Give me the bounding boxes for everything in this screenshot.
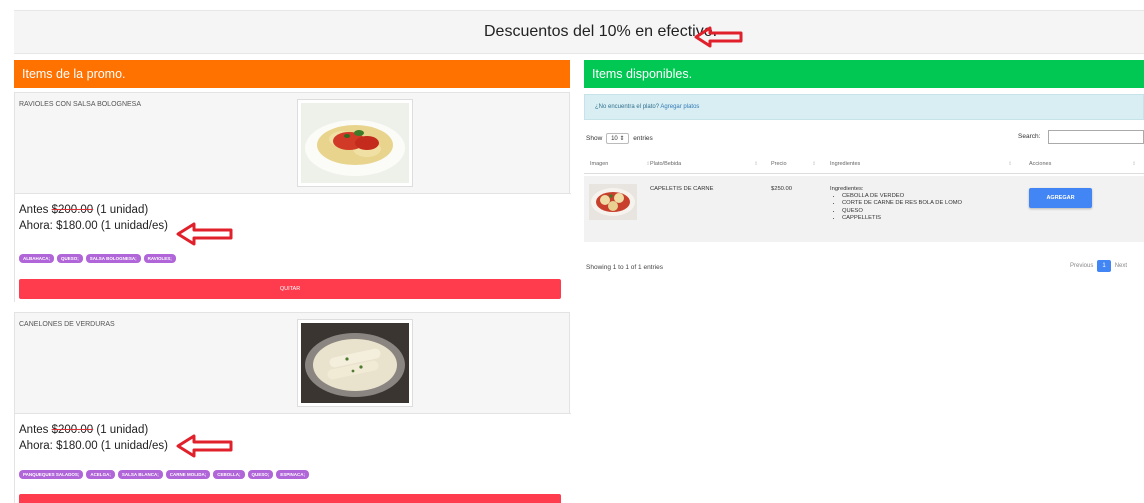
promo-item-card: CANELONES DE VERDURAS Antes $200.00 (1 u… — [14, 312, 571, 503]
dish-price: $250.00 — [771, 186, 792, 192]
discount-banner-text: Descuentos del 10% en efectivo. — [484, 23, 718, 40]
promo-item-info: Antes $200.00 (1 unidad) Ahora: $180.00 … — [15, 413, 571, 503]
arrow-left-icon — [176, 434, 233, 458]
pagination-previous[interactable]: Previous — [1070, 263, 1093, 269]
pagination-next[interactable]: Next — [1115, 263, 1127, 269]
ingredient-item: CAPPELLETIS — [842, 215, 962, 222]
available-panel-title: Items disponibles. — [584, 60, 1144, 88]
add-button[interactable]: AGREGAR — [1029, 188, 1092, 208]
promo-panel-title: Items de la promo. — [14, 60, 570, 88]
promo-panel: Items de la promo. — [14, 60, 570, 88]
dish-name: CAPELETIS DE CARNE — [650, 186, 714, 192]
price-now: Ahora: $180.00 (1 unidad/es) — [19, 440, 168, 452]
promo-item-card: RAVIOLES CON SALSA BOLOGNESA Antes $200.… — [14, 92, 571, 303]
ingredient-tag: CARNE MOLIDA; — [165, 470, 211, 479]
search-label: Search: — [1018, 133, 1041, 140]
price-now: Ahora: $180.00 (1 unidad/es) — [19, 220, 168, 232]
pagination-page-1[interactable]: 1 — [1097, 260, 1111, 272]
ingredient-tag: PANQUEQUES SALADOS; — [19, 470, 84, 479]
sort-icon: ⇕ — [1008, 161, 1013, 167]
table-header: Imagen ⇕ Plato/Bebida ⇕ Precio ⇕ Ingredi… — [584, 158, 1144, 174]
promo-item-name: RAVIOLES CON SALSA BOLOGNESA — [19, 101, 142, 108]
table-info: Showing 1 to 1 of 1 entries — [586, 264, 663, 271]
ingredient-tag: QUESO; — [247, 470, 274, 479]
ingredients-label: Ingredientes: — [830, 186, 864, 192]
ingredient-tag: ESPINACA; — [276, 470, 310, 479]
sort-icon: ⇕ — [754, 161, 759, 167]
ingredient-item: QUESO — [842, 208, 962, 215]
col-header-precio[interactable]: Precio — [771, 161, 787, 167]
notice-text: ¿No encuentra el plato? — [595, 104, 660, 110]
col-header-imagen[interactable]: Imagen — [590, 161, 608, 167]
remove-button[interactable] — [19, 494, 561, 503]
sort-icon: ⇕ — [1132, 161, 1137, 167]
show-label: Show — [586, 135, 603, 142]
ingredient-tags: ALBAHACA; QUESO; SALSA BOLOGNESA; RAVIOL… — [19, 254, 176, 263]
promo-item-name: CANELONES DE VERDURAS — [19, 321, 115, 328]
ingredient-tag: ALBAHACA; — [19, 254, 54, 263]
ravioles-image — [297, 99, 413, 187]
add-dishes-link[interactable]: Agregar platos — [660, 104, 699, 110]
canelones-image — [297, 319, 413, 407]
pagination: Previous 1 Next — [1070, 260, 1127, 272]
search-input[interactable] — [1048, 130, 1144, 144]
dish-ingredients: Ingredientes: CEBOLLA DE VERDEO CORTE DE… — [830, 186, 962, 222]
entries-select[interactable]: 10 ⇕ — [606, 133, 630, 144]
capeletis-image — [589, 184, 637, 220]
ingredient-item: CEBOLLA DE VERDEO — [842, 193, 962, 200]
sort-arrows-icon: ⇕ — [619, 136, 625, 142]
ingredient-tag: SALSA BLANCA; — [117, 470, 163, 479]
col-header-plato[interactable]: Plato/Bebida — [650, 161, 681, 167]
col-header-acciones[interactable]: Acciones — [1029, 161, 1051, 167]
ingredient-item: CORTE DE CARNE DE RES BOLA DE LOMO — [842, 200, 962, 207]
arrow-left-icon — [176, 222, 233, 246]
missing-dish-notice: ¿No encuentra el plato? Agregar platos — [584, 94, 1144, 120]
ingredient-tag: QUESO; — [57, 254, 83, 263]
ingredient-tag: RAVIOLES; — [143, 254, 176, 263]
entries-length-control: Show 10 ⇕ entries — [586, 133, 653, 144]
ingredient-tags: PANQUEQUES SALADOS; ACELGA; SALSA BLANCA… — [19, 470, 310, 479]
ingredient-tag: SALSA BOLOGNESA; — [85, 254, 141, 263]
table-row: CAPELETIS DE CARNE $250.00 Ingredientes:… — [584, 176, 1144, 242]
ingredient-tag: CEBOLLA; — [213, 470, 245, 479]
available-panel: Items disponibles. — [584, 60, 1144, 88]
price-before: Antes $200.00 (1 unidad) — [19, 424, 149, 436]
entries-label: entries — [633, 135, 653, 142]
price-before: Antes $200.00 (1 unidad) — [19, 204, 149, 216]
promo-item-info: Antes $200.00 (1 unidad) Ahora: $180.00 … — [15, 193, 571, 303]
remove-button[interactable]: QUITAR — [19, 279, 561, 299]
sort-icon: ⇕ — [812, 161, 817, 167]
discount-banner: Descuentos del 10% en efectivo. — [14, 10, 1144, 54]
col-header-ingredientes[interactable]: Ingredientes — [830, 161, 860, 167]
arrow-left-icon — [694, 26, 743, 48]
ingredient-tag: ACELGA; — [86, 470, 115, 479]
